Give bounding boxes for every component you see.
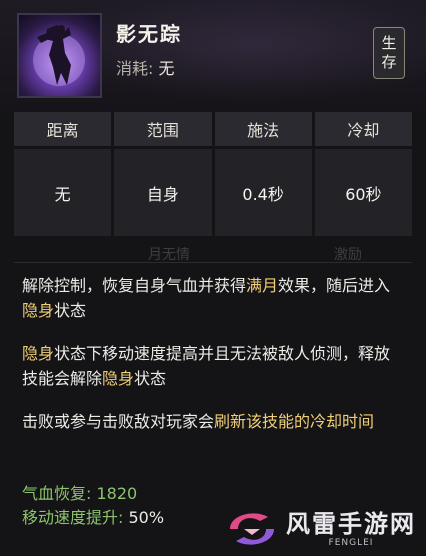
stat-area: 范围 自身 (114, 112, 212, 236)
stat-value: 自身 (114, 149, 212, 236)
background-faded-labels: 月无情 激励 (0, 238, 426, 268)
watermark-title: 风雷手游网 (286, 510, 416, 538)
desc-text: 击败或参与击败敌对玩家会 (22, 412, 215, 431)
cost-value: 无 (158, 59, 175, 78)
desc-highlight: 隐身 (22, 301, 55, 320)
stat-label: 冷却 (314, 112, 412, 147)
skill-attributes: 气血恢复: 1820 移动速度提升: 50% (22, 482, 164, 530)
desc-highlight: 满月 (246, 276, 279, 295)
skill-stats-table: 距离 无 范围 自身 施法 0.4秒 冷却 60秒 (14, 112, 412, 236)
tag-char-1: 生 (381, 34, 397, 52)
description-paragraph: 隐身状态下移动速度提高并且无法被敌人侦测，释放技能会解除隐身状态 (22, 341, 406, 391)
desc-text: 解除控制，恢复自身气血并获得 (22, 276, 247, 295)
attribute-row: 移动速度提升: 50% (22, 506, 164, 530)
skill-name: 影无踪 (116, 22, 182, 46)
watermark: 风雷手游网 FENGLEI (224, 503, 424, 555)
description-paragraph: 击败或参与击败敌对玩家会刷新该技能的冷却时间 (22, 409, 406, 434)
attribute-label: 气血恢复: (22, 484, 92, 503)
description-paragraph: 解除控制，恢复自身气血并获得满月效果，随后进入隐身状态 (22, 273, 406, 323)
stat-value: 0.4秒 (214, 149, 312, 236)
stat-range: 距离 无 (14, 112, 112, 236)
faded-label: 激励 (334, 247, 362, 263)
stat-label: 距离 (14, 112, 112, 147)
desc-text: 状态下移动速度提高并且无法被敌人侦测，释放技能会解除 (22, 344, 391, 388)
attribute-label: 移动速度提升: (22, 508, 124, 527)
attribute-value: 1820 (96, 484, 138, 503)
skill-description: 解除控制，恢复自身气血并获得满月效果，随后进入隐身状态 隐身状态下移动速度提高并… (22, 273, 406, 452)
divider (14, 262, 412, 263)
shadow-figure-icon (33, 25, 85, 86)
tag-char-2: 存 (381, 53, 397, 71)
skill-icon[interactable] (17, 13, 102, 98)
desc-text: 状态 (54, 301, 87, 320)
attribute-value: 50% (128, 508, 165, 527)
desc-highlight: 刷新该技能的冷却时间 (214, 412, 375, 431)
desc-highlight: 隐身 (22, 344, 55, 363)
stat-label: 施法 (214, 112, 312, 147)
stat-value: 无 (14, 149, 112, 236)
watermark-logo-icon (230, 513, 274, 545)
stat-cooldown: 冷却 60秒 (314, 112, 412, 236)
desc-highlight: 隐身 (102, 369, 135, 388)
cost-label: 消耗: (116, 59, 154, 78)
skill-type-tag: 生 存 (373, 27, 405, 79)
skill-cost: 消耗: 无 (116, 55, 175, 79)
stat-cast-time: 施法 0.4秒 (214, 112, 312, 236)
stat-value: 60秒 (314, 149, 412, 236)
watermark-subtitle: FENGLEI (328, 538, 374, 548)
desc-text: 效果，随后进入 (278, 276, 391, 295)
attribute-row: 气血恢复: 1820 (22, 482, 164, 506)
stat-label: 范围 (114, 112, 212, 147)
faded-label: 月无情 (148, 247, 190, 263)
desc-text: 状态 (134, 369, 167, 388)
